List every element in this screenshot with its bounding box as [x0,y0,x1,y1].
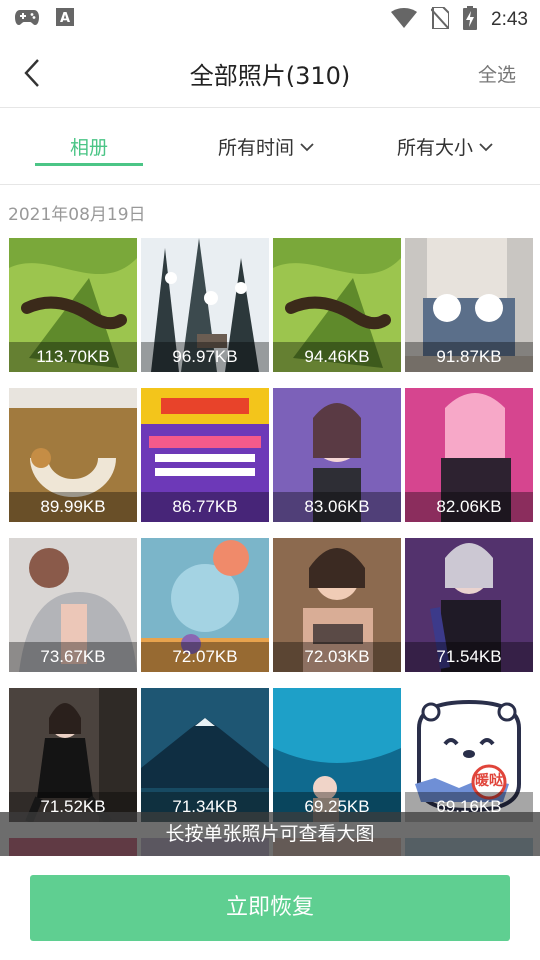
photo-tile[interactable]: 69.25KB [273,688,401,822]
photo-size-label: 86.77KB [141,492,269,522]
time-filter-label: 所有时间 [218,138,295,159]
date-group-header: 2021年08月19日 [8,205,146,225]
photo-tile[interactable]: 86.77KB [141,388,269,522]
photo-tile[interactable]: 82.06KB [405,388,533,522]
photo-size-label: 113.70KB [9,342,137,372]
photo-tile[interactable]: 73.67KB [9,538,137,672]
photo-size-label: 72.07KB [141,642,269,672]
photo-size-label: 96.97KB [141,342,269,372]
photo-tile[interactable]: 96.97KB [141,238,269,372]
status-bar: A 2:43 [0,0,540,36]
bottom-bar: 立即恢复 [0,856,540,960]
photo-size-label: 89.99KB [9,492,137,522]
photo-tile[interactable]: 94.46KB [273,238,401,372]
photo-tile[interactable]: 71.34KB [141,688,269,822]
sticker-badge-text: 暖哒 [475,773,503,789]
photo-tile[interactable]: 83.06KB [273,388,401,522]
no-sim-icon [430,6,451,33]
photo-size-label: 71.54KB [405,642,533,672]
photo-size-label: 82.06KB [405,492,533,522]
size-filter-dropdown[interactable]: 所有大小 [397,133,493,160]
photo-tile[interactable]: 暖哒 69.16KB [405,688,533,822]
battery-charging-icon [463,6,478,34]
select-all-button[interactable]: 全选 [478,60,516,87]
photo-tile[interactable]: 91.87KB [405,238,533,372]
a-keyboard-icon: A [56,8,74,30]
photo-tile[interactable]: 113.70KB [9,238,137,372]
clock: 2:43 [491,9,528,30]
tab-album[interactable]: 相册 [35,133,143,160]
photo-tile[interactable]: 71.52KB [9,688,137,822]
wifi-icon [391,8,418,32]
active-tab-indicator [35,163,143,166]
app-header: 全部照片(310) 全选 [0,36,540,108]
photo-size-label: 72.03KB [273,642,401,672]
photo-tile[interactable]: 71.54KB [405,538,533,672]
chevron-down-icon [300,142,314,151]
photo-tile[interactable]: 72.07KB [141,538,269,672]
filter-bar: 相册 所有时间 所有大小 [0,109,540,185]
photo-size-label: 83.06KB [273,492,401,522]
size-filter-label: 所有大小 [397,137,474,159]
photo-size-label: 73.67KB [9,642,137,672]
chevron-down-icon [479,142,493,151]
tab-album-label: 相册 [69,137,108,159]
photo-size-label: 94.46KB [273,342,401,372]
page-title: 全部照片(310) [189,62,351,90]
photo-tile[interactable]: 89.99KB [9,388,137,522]
recover-now-button[interactable]: 立即恢复 [30,875,510,941]
photo-tile[interactable]: 72.03KB [273,538,401,672]
photo-size-label: 91.87KB [405,342,533,372]
time-filter-dropdown[interactable]: 所有时间 [218,133,314,160]
gamepad-icon [14,8,40,30]
svg-text:A: A [60,11,70,26]
hint-toast: 长按单张照片可查看大图 [0,812,540,856]
